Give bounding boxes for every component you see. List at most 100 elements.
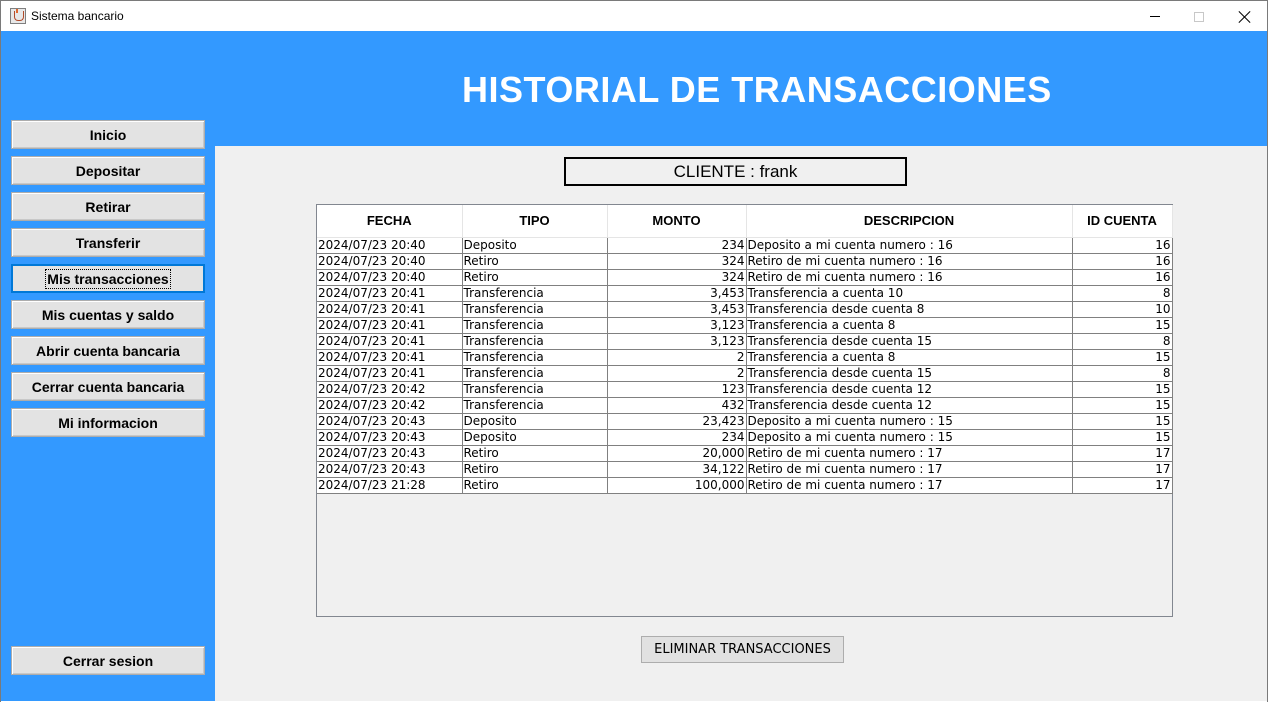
close-button[interactable]: [1222, 1, 1268, 32]
logout-button-label: Cerrar sesion: [62, 652, 154, 669]
nav-mi-informacion-button[interactable]: Mi informacion: [11, 408, 205, 437]
nav-depositar-button[interactable]: Depositar: [11, 156, 205, 185]
maximize-button[interactable]: [1176, 1, 1222, 32]
cell-tipo: Retiro: [462, 253, 608, 270]
nav-button-label: Inicio: [89, 126, 127, 143]
cell-monto: 3,123: [607, 317, 747, 334]
cell-id-cuenta: 8: [1072, 333, 1173, 350]
transactions-table: FECHA TIPO MONTO DESCRIPCION ID CUENTA 2…: [317, 205, 1173, 494]
column-header-tipo[interactable]: TIPO: [462, 205, 608, 238]
cell-descripcion: Retiro de mi cuenta numero : 16: [746, 269, 1073, 286]
table-row[interactable]: 2024/07/23 20:42 Transferencia 432 Transfer…: [317, 397, 1173, 414]
table-row[interactable]: 2024/07/23 20:43 Deposito 23,423 Deposito a…: [317, 413, 1173, 430]
cell-monto: 234: [607, 237, 747, 254]
cell-id-cuenta: 15: [1072, 413, 1173, 430]
cell-id-cuenta: 15: [1072, 429, 1173, 446]
table-row[interactable]: 2024/07/23 20:40 Retiro 324 Retiro de mi cu…: [317, 253, 1173, 270]
window-titlebar[interactable]: Sistema bancario: [0, 0, 1268, 31]
cell-monto: 324: [607, 269, 747, 286]
minimize-button[interactable]: [1132, 1, 1178, 32]
cell-tipo: Transferencia: [462, 333, 608, 350]
cell-fecha: 2024/07/23 20:41: [317, 349, 463, 366]
table-row[interactable]: 2024/07/23 20:41 Transferencia 3,123 Transf…: [317, 333, 1173, 350]
table-row[interactable]: 2024/07/23 21:28 Retiro 100,000 Retiro de m…: [317, 477, 1173, 494]
nav-button-label: Abrir cuenta bancaria: [36, 342, 180, 359]
column-header-descripcion[interactable]: DESCRIPCION: [746, 205, 1073, 238]
nav-retirar-button[interactable]: Retirar: [11, 192, 205, 221]
cell-id-cuenta: 15: [1072, 381, 1173, 398]
table-row[interactable]: 2024/07/23 20:42 Transferencia 123 Transfer…: [317, 381, 1173, 398]
cell-monto: 100,000: [607, 477, 747, 494]
close-icon: [1239, 11, 1251, 23]
java-coffee-icon: [10, 8, 26, 24]
table-row[interactable]: 2024/07/23 20:41 Transferencia 2 Transferen…: [317, 349, 1173, 366]
cell-descripcion: Retiro de mi cuenta numero : 17: [746, 477, 1073, 494]
delete-transactions-button[interactable]: ELIMINAR TRANSACCIONES: [641, 636, 844, 663]
cell-monto: 3,123: [607, 333, 747, 350]
cell-descripcion: Transferencia desde cuenta 12: [746, 381, 1073, 398]
column-header-id-cuenta[interactable]: ID CUENTA: [1072, 205, 1173, 238]
cell-descripcion: Transferencia desde cuenta 15: [746, 333, 1073, 350]
page-title: HISTORIAL DE TRANSACCIONES: [462, 69, 1052, 110]
nav-abrir-cuenta-button[interactable]: Abrir cuenta bancaria: [11, 336, 205, 365]
logout-button[interactable]: Cerrar sesion: [11, 646, 205, 675]
cell-descripcion: Transferencia a cuenta 10: [746, 285, 1073, 302]
column-header-fecha[interactable]: FECHA: [317, 205, 463, 238]
cell-descripcion: Retiro de mi cuenta numero : 17: [746, 445, 1073, 462]
nav-mis-transacciones-button[interactable]: Mis transacciones: [11, 264, 205, 293]
cell-monto: 2: [607, 349, 747, 366]
nav-inicio-button[interactable]: Inicio: [11, 120, 205, 149]
cell-monto: 3,453: [607, 285, 747, 302]
table-body: 2024/07/23 20:40 Deposito 234 Deposito a mi…: [317, 237, 1173, 494]
table-row[interactable]: 2024/07/23 20:43 Retiro 20,000 Retiro de mi…: [317, 445, 1173, 462]
cell-descripcion: Retiro de mi cuenta numero : 17: [746, 461, 1073, 478]
cell-descripcion: Transferencia a cuenta 8: [746, 317, 1073, 334]
table-row[interactable]: 2024/07/23 20:43 Deposito 234 Deposito a mi…: [317, 429, 1173, 446]
table-row[interactable]: 2024/07/23 20:40 Retiro 324 Retiro de mi cu…: [317, 269, 1173, 286]
cell-tipo: Deposito: [462, 413, 608, 430]
table-row[interactable]: 2024/07/23 20:41 Transferencia 3,453 Transf…: [317, 301, 1173, 318]
cell-fecha: 2024/07/23 20:41: [317, 333, 463, 350]
cell-fecha: 2024/07/23 21:28: [317, 477, 463, 494]
cell-tipo: Transferencia: [462, 381, 608, 398]
cell-id-cuenta: 17: [1072, 461, 1173, 478]
cell-id-cuenta: 16: [1072, 269, 1173, 286]
table-row[interactable]: 2024/07/23 20:40 Deposito 234 Deposito a mi…: [317, 237, 1173, 254]
nav-cerrar-cuenta-button[interactable]: Cerrar cuenta bancaria: [11, 372, 205, 401]
table-row[interactable]: 2024/07/23 20:43 Retiro 34,122 Retiro de mi…: [317, 461, 1173, 478]
cell-monto: 123: [607, 381, 747, 398]
cell-tipo: Retiro: [462, 445, 608, 462]
nav-button-label: Mi informacion: [58, 414, 158, 431]
transactions-table-container[interactable]: FECHA TIPO MONTO DESCRIPCION ID CUENTA 2…: [316, 204, 1173, 617]
table-header-row: FECHA TIPO MONTO DESCRIPCION ID CUENTA: [317, 205, 1173, 238]
table-row[interactable]: 2024/07/23 20:41 Transferencia 2 Transferen…: [317, 365, 1173, 382]
cell-tipo: Transferencia: [462, 285, 608, 302]
cell-fecha: 2024/07/23 20:40: [317, 269, 463, 286]
nav-button-label: Retirar: [85, 198, 131, 215]
cell-descripcion: Deposito a mi cuenta numero : 16: [746, 237, 1073, 254]
cell-id-cuenta: 8: [1072, 365, 1173, 382]
cell-fecha: 2024/07/23 20:41: [317, 317, 463, 334]
cell-id-cuenta: 10: [1072, 301, 1173, 318]
cell-fecha: 2024/07/23 20:43: [317, 429, 463, 446]
client-label: CLIENTE : frank: [564, 157, 907, 186]
cell-tipo: Retiro: [462, 477, 608, 494]
nav-transferir-button[interactable]: Transferir: [11, 228, 205, 257]
cell-id-cuenta: 15: [1072, 397, 1173, 414]
cell-fecha: 2024/07/23 20:42: [317, 397, 463, 414]
column-header-monto[interactable]: MONTO: [607, 205, 747, 238]
cell-tipo: Transferencia: [462, 301, 608, 318]
cell-tipo: Deposito: [462, 429, 608, 446]
table-row[interactable]: 2024/07/23 20:41 Transferencia 3,123 Transf…: [317, 317, 1173, 334]
table-row[interactable]: 2024/07/23 20:41 Transferencia 3,453 Transf…: [317, 285, 1173, 302]
cell-descripcion: Deposito a mi cuenta numero : 15: [746, 429, 1073, 446]
cell-fecha: 2024/07/23 20:43: [317, 445, 463, 462]
cell-tipo: Transferencia: [462, 365, 608, 382]
nav-button-label: Mis transacciones: [45, 268, 171, 289]
nav-mis-cuentas-button[interactable]: Mis cuentas y saldo: [11, 300, 205, 329]
cell-descripcion: Transferencia a cuenta 8: [746, 349, 1073, 366]
cell-tipo: Deposito: [462, 237, 608, 254]
cell-tipo: Retiro: [462, 269, 608, 286]
minimize-icon: [1150, 16, 1160, 17]
cell-monto: 234: [607, 429, 747, 446]
